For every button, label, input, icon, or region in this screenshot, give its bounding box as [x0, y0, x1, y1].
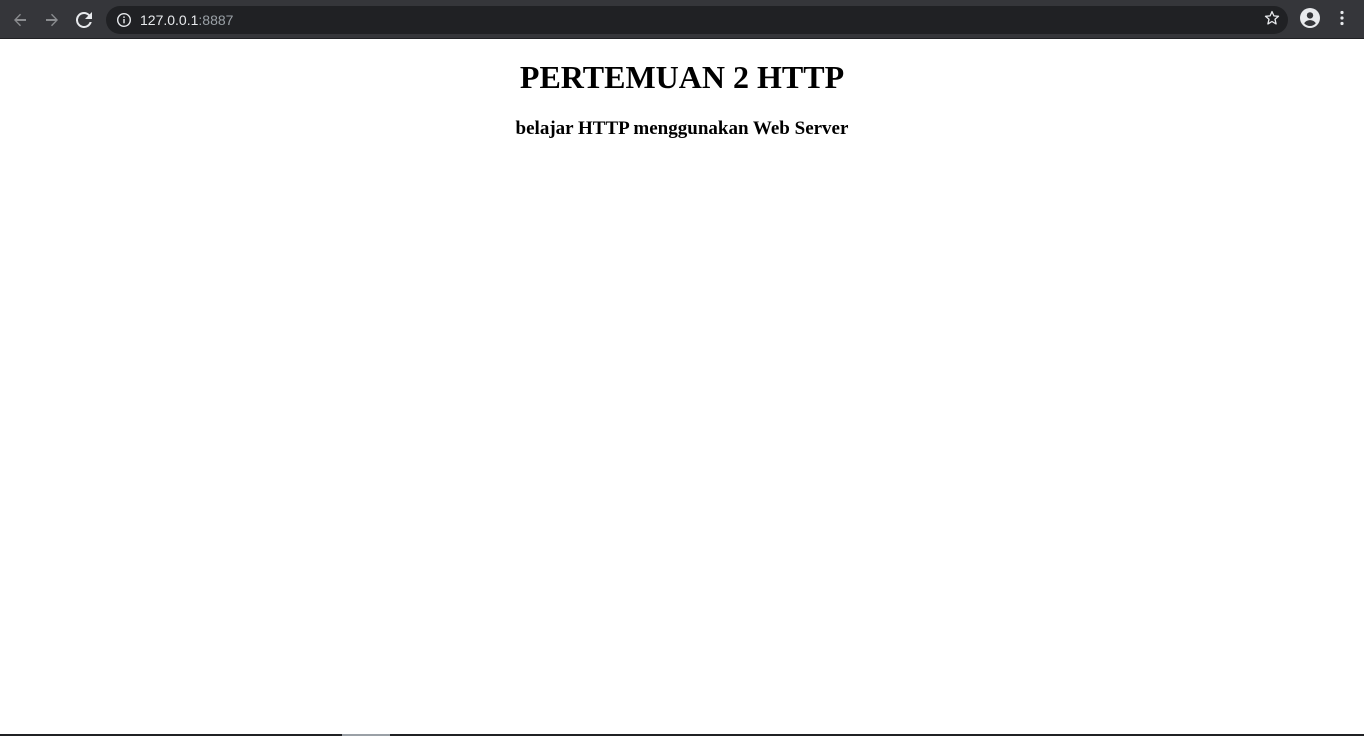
forward-button[interactable] [38, 6, 66, 34]
page-content: PERTEMUAN 2 HTTP belajar HTTP menggunaka… [0, 39, 1364, 734]
star-icon [1264, 10, 1280, 31]
info-icon[interactable] [116, 12, 132, 28]
reload-button[interactable] [70, 6, 98, 34]
url-host: 127.0.0.1 [140, 12, 199, 28]
reload-icon [76, 12, 92, 28]
page-title: PERTEMUAN 2 HTTP [519, 59, 845, 95]
address-bar[interactable]: 127.0.0.1:8887 [106, 6, 1288, 34]
page-subtitle: belajar HTTP menggunakan Web Server [515, 118, 849, 139]
account-circle-icon [1300, 7, 1320, 33]
back-button[interactable] [6, 6, 34, 34]
browser-menu-button[interactable] [1330, 6, 1354, 34]
profile-button[interactable] [1296, 6, 1324, 34]
more-vertical-icon [1339, 10, 1345, 31]
bookmark-button[interactable] [1260, 8, 1284, 32]
browser-toolbar: 127.0.0.1:8887 [0, 0, 1364, 39]
arrow-left-icon [12, 12, 28, 28]
url-port: :8887 [198, 12, 234, 28]
arrow-right-icon [44, 12, 60, 28]
url-text[interactable]: 127.0.0.1:8887 [140, 6, 233, 34]
